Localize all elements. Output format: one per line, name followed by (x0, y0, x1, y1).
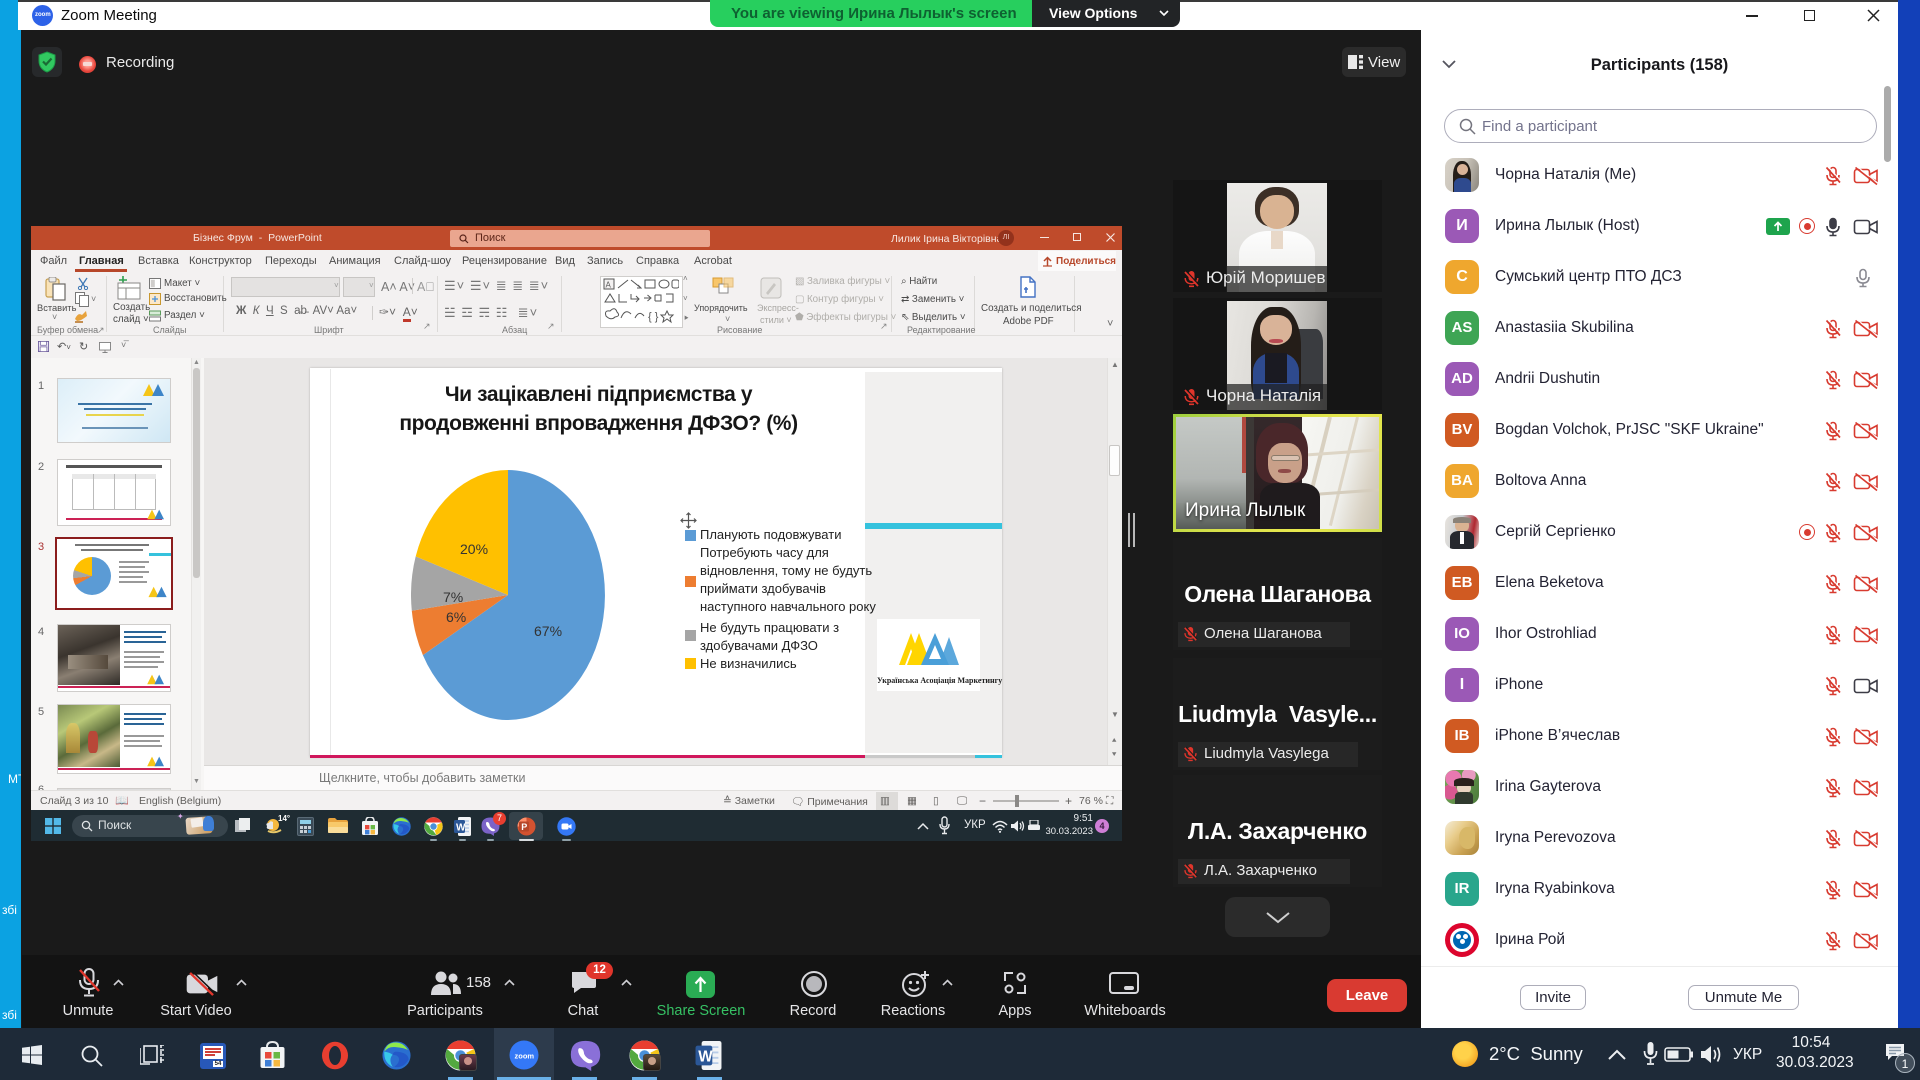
svg-text:W: W (698, 1049, 713, 1066)
svg-text:P: P (521, 822, 527, 832)
svg-text:W: W (456, 823, 466, 834)
svg-text:A: A (606, 281, 612, 290)
svg-text:{ }: { } (648, 311, 659, 323)
svg-text:zoom: zoom (515, 1052, 535, 1061)
